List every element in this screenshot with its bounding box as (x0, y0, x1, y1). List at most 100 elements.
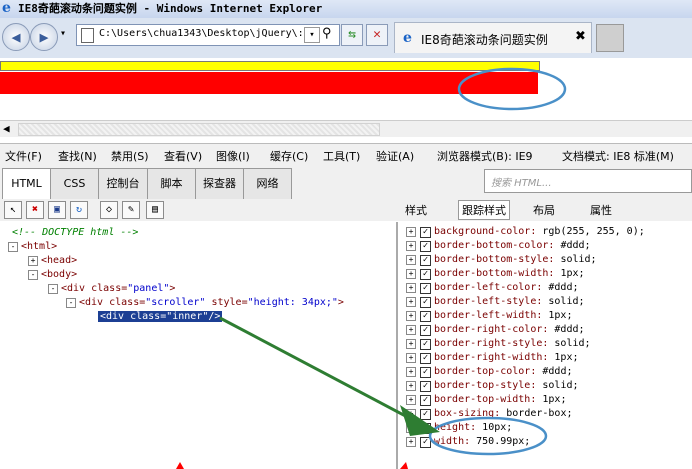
expand-icon[interactable]: + (406, 269, 416, 279)
menu-document-mode[interactable]: 文档模式: IE8 标准(M) (562, 148, 674, 164)
menu-find[interactable]: 查找(N) (58, 148, 97, 164)
style-enabled-checkbox[interactable]: ✓ (420, 395, 431, 406)
save-icon[interactable]: ▣ (48, 201, 66, 219)
tree-div-inner-selected[interactable]: <div class="inner"/> (98, 310, 223, 323)
style-row[interactable]: + ✓ box-sizing: border-box; (406, 407, 572, 421)
tree-html[interactable]: - <html> (8, 240, 57, 253)
style-row[interactable]: + ✓ border-left-width: 1px; (406, 309, 572, 323)
refresh-dom-icon[interactable]: ↻ (70, 201, 88, 219)
style-row[interactable]: + ✓ width: 750.99px; (406, 435, 530, 449)
tab-css[interactable]: CSS (50, 168, 99, 199)
collapse-icon[interactable]: - (28, 270, 38, 280)
expand-icon[interactable]: + (406, 423, 416, 433)
menu-view[interactable]: 查看(V) (164, 148, 202, 164)
style-row[interactable]: + ✓ height: 10px; (406, 421, 512, 435)
collapse-icon[interactable]: - (66, 298, 76, 308)
style-enabled-checkbox[interactable]: ✓ (420, 227, 431, 238)
tree-doctype-comment[interactable]: <!-- DOCTYPE html --> (12, 226, 138, 239)
edit-icon[interactable]: ✎ (122, 201, 140, 219)
style-row[interactable]: + ✓ border-bottom-width: 1px; (406, 267, 585, 281)
expand-icon[interactable]: + (406, 367, 416, 377)
menu-tools[interactable]: 工具(T) (323, 148, 360, 164)
menu-images[interactable]: 图像(I) (216, 148, 250, 164)
style-enabled-checkbox[interactable]: ✓ (420, 255, 431, 266)
expand-icon[interactable]: + (406, 353, 416, 363)
refresh-button[interactable]: ⇆ (341, 24, 363, 46)
style-enabled-checkbox[interactable]: ✓ (420, 381, 431, 392)
expand-icon[interactable]: + (406, 241, 416, 251)
style-enabled-checkbox[interactable]: ✓ (420, 423, 431, 434)
tab-network[interactable]: 网络 (243, 168, 292, 199)
tab-layout[interactable]: 布局 (533, 202, 555, 218)
collapse-icon[interactable]: - (8, 242, 18, 252)
style-row[interactable]: + ✓ border-bottom-style: solid; (406, 253, 597, 267)
style-enabled-checkbox[interactable]: ✓ (420, 437, 431, 448)
expand-icon[interactable]: + (406, 227, 416, 237)
tree-head[interactable]: + <head> (28, 254, 77, 267)
word-wrap-icon[interactable]: ▤ (146, 201, 164, 219)
horizontal-scrollbar[interactable]: ◀ (0, 120, 692, 137)
collapse-icon[interactable]: - (48, 284, 58, 294)
style-enabled-checkbox[interactable]: ✓ (420, 353, 431, 364)
style-row[interactable]: + ✓ border-top-color: #ddd; (406, 365, 572, 379)
tree-body[interactable]: - <body> (28, 268, 77, 281)
address-bar[interactable]: C:\Users\chua1343\Desktop\jQuery\: ▾ ⚲ (76, 24, 340, 46)
tab-script[interactable]: 脚本 (147, 168, 196, 199)
tab-attributes[interactable]: 属性 (590, 202, 612, 218)
tree-div-scroller[interactable]: - <div class="scroller" style="height: 34… (66, 296, 344, 309)
style-row[interactable]: + ✓ border-bottom-color: #ddd; (406, 239, 591, 253)
style-enabled-checkbox[interactable]: ✓ (420, 325, 431, 336)
menu-cache[interactable]: 缓存(C) (270, 148, 308, 164)
style-row[interactable]: + ✓ background-color: rgb(255, 255, 0); (406, 225, 645, 239)
expand-icon[interactable]: + (406, 255, 416, 265)
menu-file[interactable]: 文件(F) (5, 148, 42, 164)
style-row[interactable]: + ✓ border-top-width: 1px; (406, 393, 566, 407)
menu-disable[interactable]: 禁用(S) (111, 148, 149, 164)
tab-style[interactable]: 样式 (405, 202, 427, 218)
stop-button[interactable]: ✕ (366, 24, 388, 46)
style-row[interactable]: + ✓ border-right-width: 1px; (406, 351, 579, 365)
style-row[interactable]: + ✓ border-right-color: #ddd; (406, 323, 585, 337)
tab-html[interactable]: HTML (2, 168, 51, 200)
address-dropdown-icon[interactable]: ▾ (304, 27, 320, 43)
select-element-icon[interactable]: ↖ (4, 201, 22, 219)
style-enabled-checkbox[interactable]: ✓ (420, 297, 431, 308)
style-enabled-checkbox[interactable]: ✓ (420, 269, 431, 280)
expand-icon[interactable]: + (406, 297, 416, 307)
style-enabled-checkbox[interactable]: ✓ (420, 409, 431, 420)
expand-icon[interactable]: + (406, 437, 416, 447)
menu-validate[interactable]: 验证(A) (376, 148, 414, 164)
expand-icon[interactable]: + (406, 339, 416, 349)
tab-profiler[interactable]: 探查器 (195, 168, 244, 199)
style-row[interactable]: + ✓ border-top-style: solid; (406, 379, 579, 393)
tab-console[interactable]: 控制台 (98, 168, 148, 199)
scrollbar-thumb[interactable] (18, 123, 380, 136)
style-row[interactable]: + ✓ border-left-color: #ddd; (406, 281, 579, 295)
search-icon[interactable]: ⚲ (322, 26, 332, 41)
scroll-left-icon[interactable]: ◀ (3, 121, 10, 137)
style-row[interactable]: + ✓ border-right-style: solid; (406, 337, 591, 351)
search-html-input[interactable]: 搜索 HTML... (484, 169, 692, 193)
expand-icon[interactable]: + (406, 283, 416, 293)
expand-icon[interactable]: + (406, 325, 416, 335)
expand-icon[interactable]: + (28, 256, 38, 266)
new-tab-button[interactable] (596, 24, 624, 52)
recent-pages-icon[interactable]: ▾ (60, 28, 66, 39)
expand-icon[interactable]: + (406, 381, 416, 391)
tree-div-panel[interactable]: - <div class="panel"> (48, 282, 175, 295)
style-row[interactable]: + ✓ border-left-style: solid; (406, 295, 585, 309)
style-enabled-checkbox[interactable]: ✓ (420, 311, 431, 322)
style-enabled-checkbox[interactable]: ✓ (420, 339, 431, 350)
back-button[interactable]: ◀ (2, 23, 30, 51)
clear-icon[interactable]: ✖ (26, 201, 44, 219)
tab-active[interactable]: e IE8奇葩滚动条问题实例 ✖ (394, 22, 592, 53)
expand-icon[interactable]: + (406, 409, 416, 419)
expand-icon[interactable]: + (406, 311, 416, 321)
style-enabled-checkbox[interactable]: ✓ (420, 283, 431, 294)
style-enabled-checkbox[interactable]: ✓ (420, 367, 431, 378)
expand-icon[interactable]: + (406, 395, 416, 405)
tab-trace-styles[interactable]: 跟踪样式 (458, 200, 510, 220)
menu-browser-mode[interactable]: 浏览器模式(B): IE9 (437, 148, 533, 164)
style-enabled-checkbox[interactable]: ✓ (420, 241, 431, 252)
forward-button[interactable]: ▶ (30, 23, 58, 51)
